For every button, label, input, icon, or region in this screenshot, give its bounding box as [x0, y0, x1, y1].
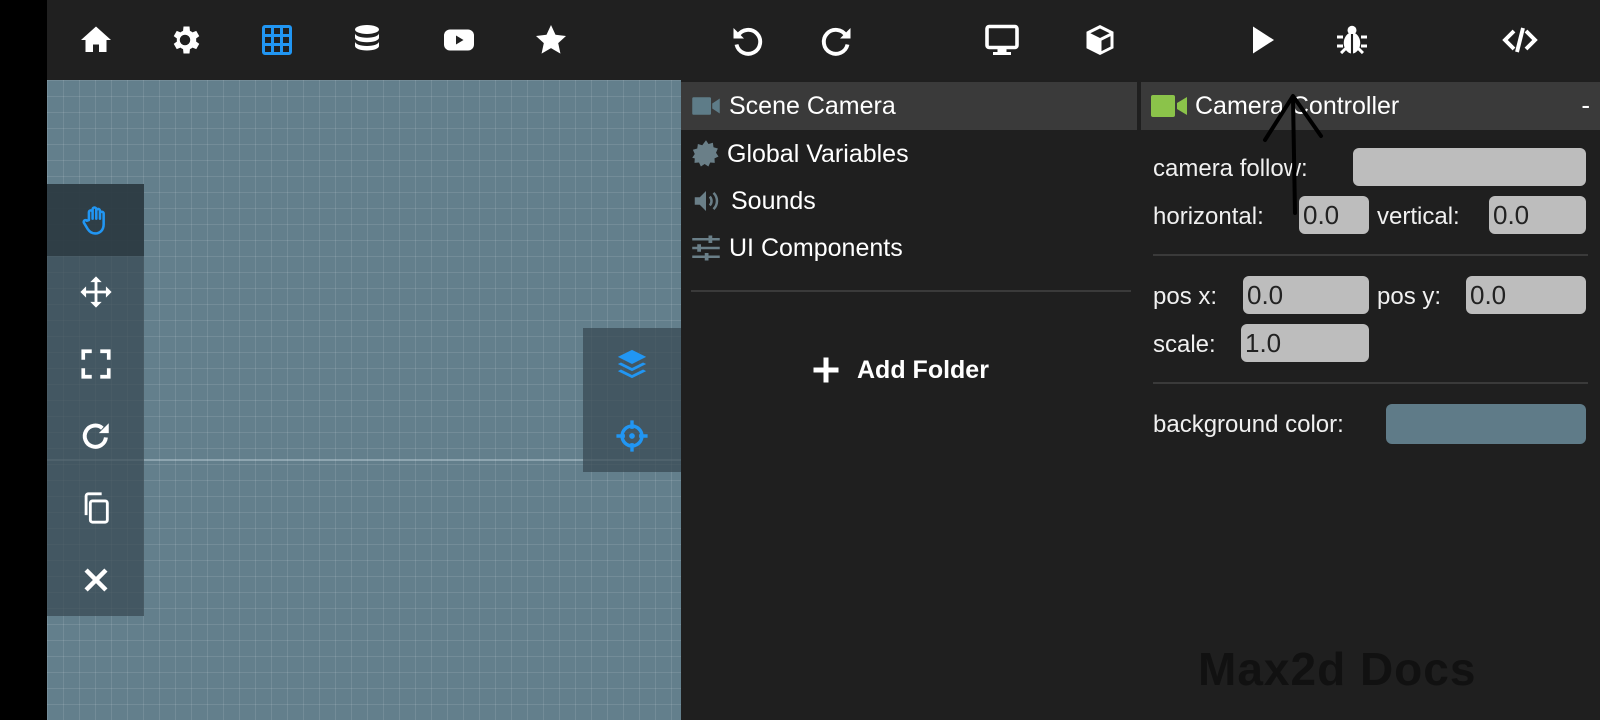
background-color-swatch[interactable] [1386, 404, 1586, 444]
crosshair-icon[interactable] [583, 400, 681, 472]
monitor-icon[interactable] [982, 20, 1022, 60]
code-icon[interactable] [1500, 20, 1540, 60]
star-icon[interactable] [531, 20, 571, 60]
pos-x-label: pos x: [1153, 283, 1218, 310]
add-folder-button[interactable]: Add Folder [811, 345, 1011, 395]
redo-icon[interactable] [817, 20, 857, 60]
sliders-icon [692, 235, 720, 261]
scene-item-ui-components[interactable]: UI Components [681, 224, 1137, 272]
grid-icon[interactable] [257, 20, 297, 60]
scene-hierarchy-panel: Scene Camera Global Variables Sounds UI … [681, 80, 1141, 720]
close-icon[interactable] [47, 544, 144, 616]
horizontal-label: horizontal: [1153, 203, 1264, 230]
canvas-side-toolbar [583, 328, 681, 472]
gear-badge-icon [692, 140, 719, 167]
camera-follow-field[interactable] [1353, 148, 1586, 186]
vertical-label: vertical: [1377, 203, 1460, 230]
rotate-icon[interactable] [47, 400, 144, 472]
scene-item-scene-camera[interactable]: Scene Camera [681, 82, 1137, 130]
background-color-label: background color: [1153, 411, 1344, 438]
database-icon[interactable] [347, 20, 387, 60]
top-toolbar [47, 0, 1600, 80]
speaker-icon [694, 191, 719, 211]
undo-icon[interactable] [727, 20, 767, 60]
scene-item-sounds[interactable]: Sounds [681, 177, 1137, 225]
inspector-panel: Camera Controller - camera follow: horiz… [1141, 80, 1600, 720]
gear-icon[interactable] [165, 20, 205, 60]
inspector-divider [1153, 382, 1588, 384]
component-header[interactable]: Camera Controller - [1141, 82, 1600, 130]
watermark: Max2d Docs [1198, 643, 1477, 695]
scale-field[interactable]: 1.0 [1241, 324, 1369, 362]
layers-icon[interactable] [583, 328, 681, 400]
canvas-toolbar [47, 184, 144, 616]
video-camera-icon [1151, 95, 1187, 117]
scene-item-label: Global Variables [727, 139, 909, 168]
scene-divider [691, 290, 1131, 292]
add-folder-label: Add Folder [857, 355, 989, 384]
move-icon[interactable] [47, 256, 144, 328]
video-camera-icon [692, 97, 720, 115]
inspector-divider [1153, 254, 1588, 256]
vertical-field[interactable]: 0.0 [1489, 196, 1586, 234]
plus-icon [813, 357, 839, 383]
play-icon[interactable] [1242, 20, 1282, 60]
youtube-icon[interactable] [439, 20, 479, 60]
scene-item-label: Scene Camera [729, 91, 896, 120]
scene-item-label: UI Components [729, 233, 903, 262]
copy-icon[interactable] [47, 472, 144, 544]
cube-icon[interactable] [1080, 20, 1120, 60]
scale-label: scale: [1153, 331, 1216, 358]
scene-item-global-variables[interactable]: Global Variables [681, 130, 1137, 178]
scene-item-label: Sounds [731, 186, 816, 215]
pos-y-label: pos y: [1377, 283, 1442, 310]
home-icon[interactable] [76, 20, 116, 60]
pos-x-field[interactable]: 0.0 [1243, 276, 1369, 314]
hand-icon[interactable] [47, 184, 144, 256]
fullscreen-icon[interactable] [47, 328, 144, 400]
bug-icon[interactable] [1332, 20, 1372, 60]
pos-y-field[interactable]: 0.0 [1466, 276, 1586, 314]
collapse-button[interactable]: - [1581, 90, 1590, 121]
annotation-arrow-icon [1263, 94, 1323, 215]
